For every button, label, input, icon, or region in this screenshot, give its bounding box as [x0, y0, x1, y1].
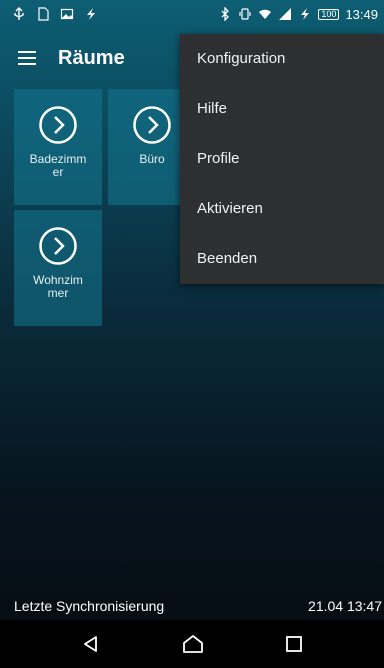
chevron-right-circle-icon — [133, 106, 171, 144]
usb-icon — [14, 7, 24, 20]
menu-item-beenden[interactable]: Beenden — [180, 234, 384, 284]
sync-timestamp: 21.04 13:47 — [308, 598, 382, 614]
chevron-right-circle-icon — [39, 106, 77, 144]
chevron-right-circle-icon — [39, 227, 77, 265]
menu-item-konfiguration[interactable]: Konfiguration — [180, 34, 384, 84]
recents-icon[interactable] — [285, 635, 303, 653]
battery-indicator: 100 — [318, 8, 340, 20]
status-right: 100 13:49 — [218, 7, 378, 22]
sync-status-bar: Letzte Synchronisierung 21.04 13:47 — [0, 592, 384, 620]
status-left — [12, 7, 98, 21]
home-icon[interactable] — [182, 634, 204, 654]
room-tile-badezimmer[interactable]: Badezimm er — [14, 89, 102, 205]
menu-item-profile[interactable]: Profile — [180, 134, 384, 184]
page-title: Räume — [58, 46, 125, 69]
back-icon[interactable] — [81, 634, 101, 654]
hamburger-menu-icon[interactable] — [18, 51, 36, 65]
room-label: Badezimm er — [29, 152, 87, 179]
status-bar: 100 13:49 — [0, 0, 384, 28]
image-icon — [60, 8, 74, 20]
room-tile-buero[interactable]: Büro — [108, 89, 180, 205]
vibrate-icon — [239, 8, 252, 20]
overflow-menu: Konfiguration Hilfe Profile Aktivieren B… — [180, 34, 384, 284]
file-icon — [38, 7, 49, 21]
screen: 100 13:49 Räume Badezimm er Büro Wohnzim… — [0, 0, 384, 668]
system-nav-bar — [0, 620, 384, 668]
sync-label: Letzte Synchronisierung — [14, 598, 165, 614]
charging-icon — [301, 8, 310, 20]
flash-icon — [87, 8, 95, 20]
menu-item-hilfe[interactable]: Hilfe — [180, 84, 384, 134]
wifi-icon — [259, 9, 272, 19]
status-time: 13:49 — [345, 6, 378, 22]
signal-icon — [279, 8, 292, 20]
room-label: Büro — [139, 152, 165, 166]
room-tile-wohnzimmer[interactable]: Wohnzim mer — [14, 210, 102, 326]
bluetooth-icon — [221, 7, 230, 21]
room-label: Wohnzim mer — [33, 273, 83, 300]
menu-item-aktivieren[interactable]: Aktivieren — [180, 184, 384, 234]
